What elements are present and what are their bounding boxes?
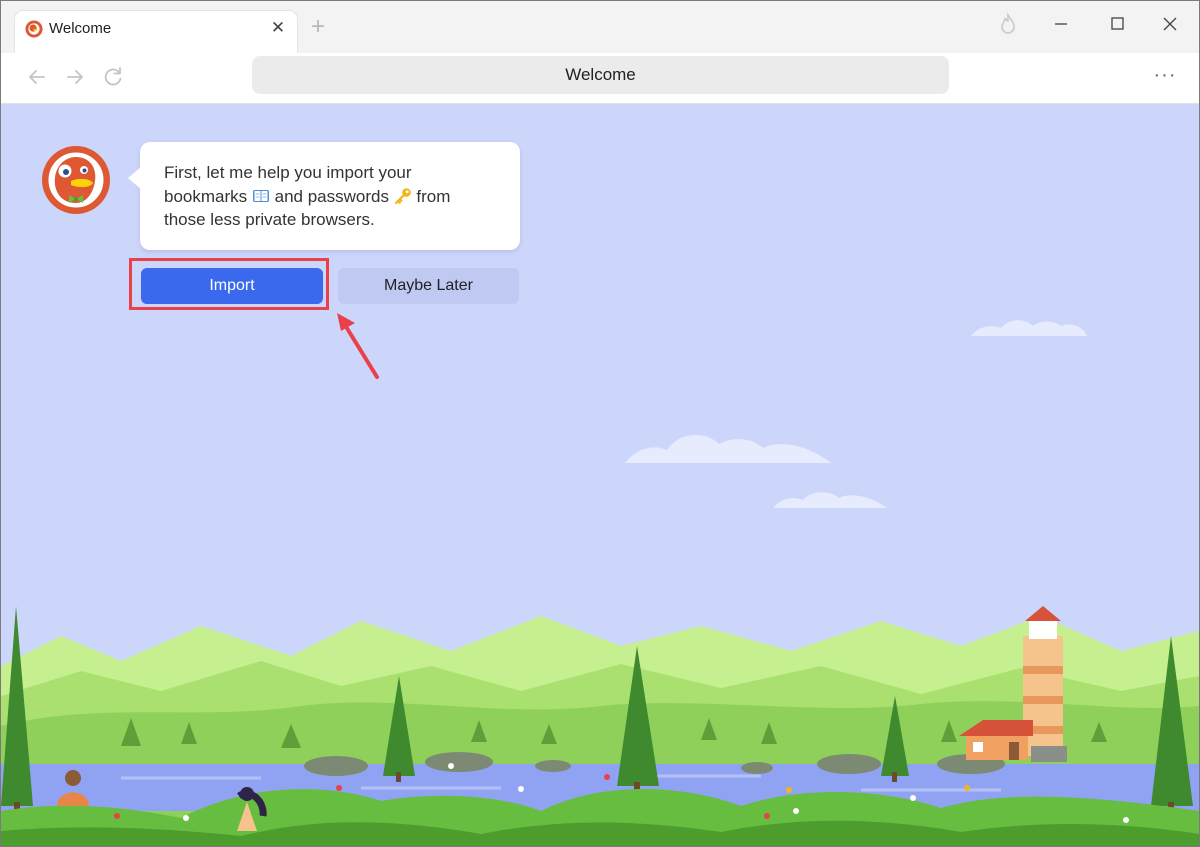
- duckduckgo-logo-icon: [42, 146, 110, 214]
- landscape-illustration: [1, 606, 1199, 846]
- address-bar[interactable]: Welcome: [252, 56, 949, 94]
- message-line-3: those less private browsers.: [164, 210, 375, 229]
- duckduckgo-favicon-icon: [25, 20, 43, 38]
- welcome-message-bubble: First, let me help you import your bookm…: [128, 142, 520, 250]
- message-line-1: First, let me help you import your: [164, 163, 412, 182]
- import-highlight-box: [129, 258, 329, 310]
- minimize-icon[interactable]: [1046, 11, 1076, 37]
- cloud-decoration: [773, 492, 887, 508]
- browser-window: Welcome ✕ + Welcome ··· First, let me he…: [0, 0, 1200, 847]
- red-arrow-annotation: [337, 313, 379, 379]
- tab-strip: Welcome ✕ +: [1, 1, 1199, 53]
- maybe-later-button[interactable]: Maybe Later: [338, 268, 519, 304]
- tab-welcome[interactable]: Welcome ✕: [15, 11, 297, 53]
- welcome-page: First, let me help you import your bookm…: [1, 104, 1199, 846]
- more-menu-icon[interactable]: ···: [1151, 63, 1179, 91]
- back-icon[interactable]: [23, 63, 51, 91]
- message-from: from: [416, 186, 451, 206]
- message-passwords: and passwords: [274, 186, 389, 206]
- address-toolbar: Welcome ···: [1, 53, 1199, 104]
- close-window-icon[interactable]: [1155, 11, 1185, 37]
- key-icon: [394, 187, 411, 204]
- maximize-icon[interactable]: [1102, 11, 1132, 37]
- cloud-decoration: [625, 434, 831, 463]
- reload-icon[interactable]: [99, 63, 127, 91]
- close-tab-icon[interactable]: ✕: [267, 17, 289, 39]
- forward-icon[interactable]: [61, 63, 89, 91]
- welcome-message: First, let me help you import your bookm…: [164, 161, 504, 232]
- book-icon: [252, 189, 269, 202]
- tab-title: Welcome: [49, 20, 112, 37]
- message-bookmarks: bookmarks: [164, 186, 248, 206]
- fire-icon[interactable]: [993, 11, 1023, 37]
- cloud-decoration: [971, 320, 1087, 336]
- new-tab-icon[interactable]: +: [306, 15, 330, 39]
